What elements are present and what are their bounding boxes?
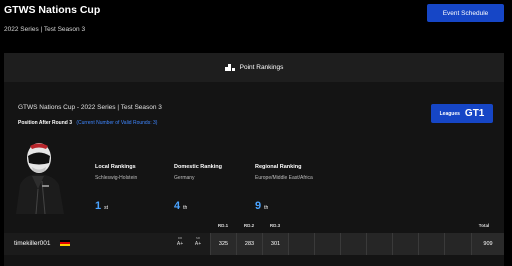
driver-rating: DR A+ bbox=[174, 236, 186, 247]
driver-avatar bbox=[16, 143, 64, 214]
regional-ranking-number: 9 bbox=[255, 200, 262, 212]
position-label: Position After Round 3 bbox=[18, 120, 72, 126]
dr-value: A+ bbox=[176, 241, 184, 247]
local-ranking-number: 1 bbox=[95, 200, 102, 212]
domestic-ranking: Domestic Ranking Germany 4th bbox=[174, 164, 222, 212]
germany-flag-icon bbox=[60, 240, 70, 246]
dr-label: DR bbox=[177, 236, 183, 240]
rd3-points: 301 bbox=[262, 233, 288, 255]
leagues-value: GT1 bbox=[464, 108, 485, 119]
local-ranking: Local Rankings Schleswig-Holstein 1st bbox=[95, 164, 138, 212]
position-line: Position After Round 3 (Current Number o… bbox=[18, 120, 157, 126]
column-rd2: RD.2 bbox=[243, 223, 255, 228]
empty-round-cell bbox=[366, 233, 392, 255]
panel-heading: Point Rankings bbox=[239, 64, 284, 71]
rd1-points: 325 bbox=[210, 233, 236, 255]
regional-ranking-scope: Europe/Middle East/Africa bbox=[255, 175, 313, 181]
event-schedule-button[interactable]: Event Schedule bbox=[427, 4, 504, 22]
empty-round-cell bbox=[288, 233, 314, 255]
regional-ranking-heading: Regional Ranking bbox=[255, 164, 302, 170]
regional-ranking-suffix: th bbox=[264, 205, 269, 211]
local-ranking-heading: Local Rankings bbox=[95, 164, 136, 170]
empty-round-cell bbox=[340, 233, 366, 255]
domestic-ranking-number: 4 bbox=[174, 200, 181, 212]
domestic-ranking-heading: Domestic Ranking bbox=[174, 164, 222, 170]
domestic-ranking-scope: Germany bbox=[174, 175, 195, 181]
empty-round-cell bbox=[314, 233, 340, 255]
leagues-badge[interactable]: Leagues GT1 bbox=[431, 104, 493, 123]
sr-value: A+ bbox=[194, 241, 202, 247]
empty-round-cell bbox=[418, 233, 444, 255]
podium-icon bbox=[224, 64, 235, 71]
page-subtitle: 2022 Series | Test Season 3 bbox=[4, 26, 86, 33]
table-header: RD.1 RD.2 RD.3 Total bbox=[4, 218, 504, 233]
driver-name[interactable]: timekiller001 bbox=[14, 240, 51, 247]
valid-rounds: (Current Number of Valid Rounds: 3) bbox=[76, 120, 158, 126]
leagues-label: Leagues bbox=[439, 110, 460, 117]
panel-header: Point Rankings bbox=[4, 53, 504, 82]
local-ranking-scope: Schleswig-Holstein bbox=[95, 175, 138, 181]
sr-label: SR bbox=[195, 236, 201, 240]
empty-round-cell bbox=[392, 233, 418, 255]
table-row[interactable]: timekiller001 DR A+ SR A+ 325 283 301 90… bbox=[4, 233, 504, 255]
sportsmanship-rating: SR A+ bbox=[192, 236, 204, 247]
column-rd1: RD.1 bbox=[217, 223, 229, 228]
empty-round-cell bbox=[444, 233, 471, 255]
column-rd3: RD.3 bbox=[269, 223, 281, 228]
rd2-points: 283 bbox=[236, 233, 262, 255]
page-title: GTWS Nations Cup bbox=[4, 4, 101, 16]
regional-ranking: Regional Ranking Europe/Middle East/Afri… bbox=[255, 164, 313, 212]
local-ranking-suffix: st bbox=[104, 205, 109, 211]
championship-title: GTWS Nations Cup - 2022 Series | Test Se… bbox=[18, 104, 162, 111]
column-total: Total bbox=[478, 223, 490, 228]
total-points: 909 bbox=[471, 233, 504, 255]
domestic-ranking-suffix: th bbox=[183, 205, 188, 211]
